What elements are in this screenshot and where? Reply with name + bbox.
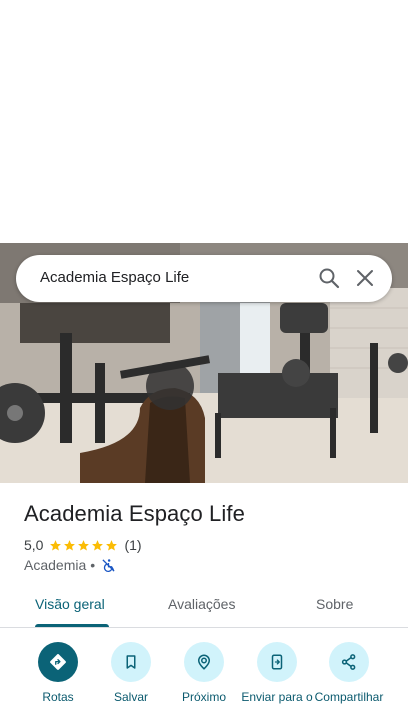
save-button[interactable]: Salvar — [95, 642, 167, 704]
star-icon — [64, 539, 76, 550]
nearby-label: Próximo — [181, 690, 226, 704]
place-title: Academia Espaço Life — [24, 501, 245, 526]
review-count: (1) — [124, 537, 142, 553]
directions-button[interactable]: Rotas — [22, 642, 94, 704]
close-icon[interactable] — [353, 266, 377, 290]
rating-row[interactable]: 5,0 (1) — [24, 536, 142, 554]
share-label: Compartilhar — [314, 690, 384, 704]
map-blank-area — [0, 0, 408, 243]
send-to-phone-button-circle[interactable] — [257, 642, 297, 682]
send-to-phone-label: Enviar para o — [241, 690, 313, 704]
save-label: Salvar — [113, 690, 148, 704]
search-query[interactable]: Academia Espaço Life — [40, 269, 189, 286]
tab-about[interactable]: Sobre — [316, 596, 353, 612]
tab-bar: Visão geral Avaliações Sobre — [0, 586, 408, 628]
tab-reviews[interactable]: Avaliações — [168, 596, 235, 612]
nearby-button-circle[interactable] — [184, 642, 224, 682]
share-button-circle[interactable] — [329, 642, 369, 682]
directions-icon — [50, 654, 66, 670]
directions-label: Rotas — [42, 690, 74, 704]
search-icon[interactable] — [317, 266, 341, 290]
separator: • — [90, 557, 96, 573]
directions-button-circle[interactable] — [38, 642, 78, 682]
star-icon — [106, 539, 118, 550]
save-button-circle[interactable] — [111, 642, 151, 682]
send-to-phone-icon — [271, 654, 283, 670]
send-to-phone-button[interactable]: Enviar para o — [241, 642, 313, 704]
share-button[interactable]: Compartilhar — [313, 642, 385, 704]
bookmark-icon — [126, 655, 136, 669]
tab-indicator — [35, 624, 109, 627]
star-icon — [92, 539, 104, 550]
rating-value: 5,0 — [24, 537, 44, 553]
place-category: Academia — [24, 557, 87, 573]
tab-overview[interactable]: Visão geral — [35, 596, 105, 612]
star-icon — [50, 539, 62, 550]
nearby-icon — [197, 654, 211, 670]
star-rating — [49, 539, 118, 552]
no-wheelchair-access-icon — [102, 558, 115, 572]
category-row: Academia • — [24, 556, 116, 574]
star-icon — [78, 539, 90, 550]
nearby-button[interactable]: Próximo — [168, 642, 240, 704]
search-bar[interactable]: Academia Espaço Life — [16, 255, 392, 302]
share-icon — [341, 654, 356, 670]
